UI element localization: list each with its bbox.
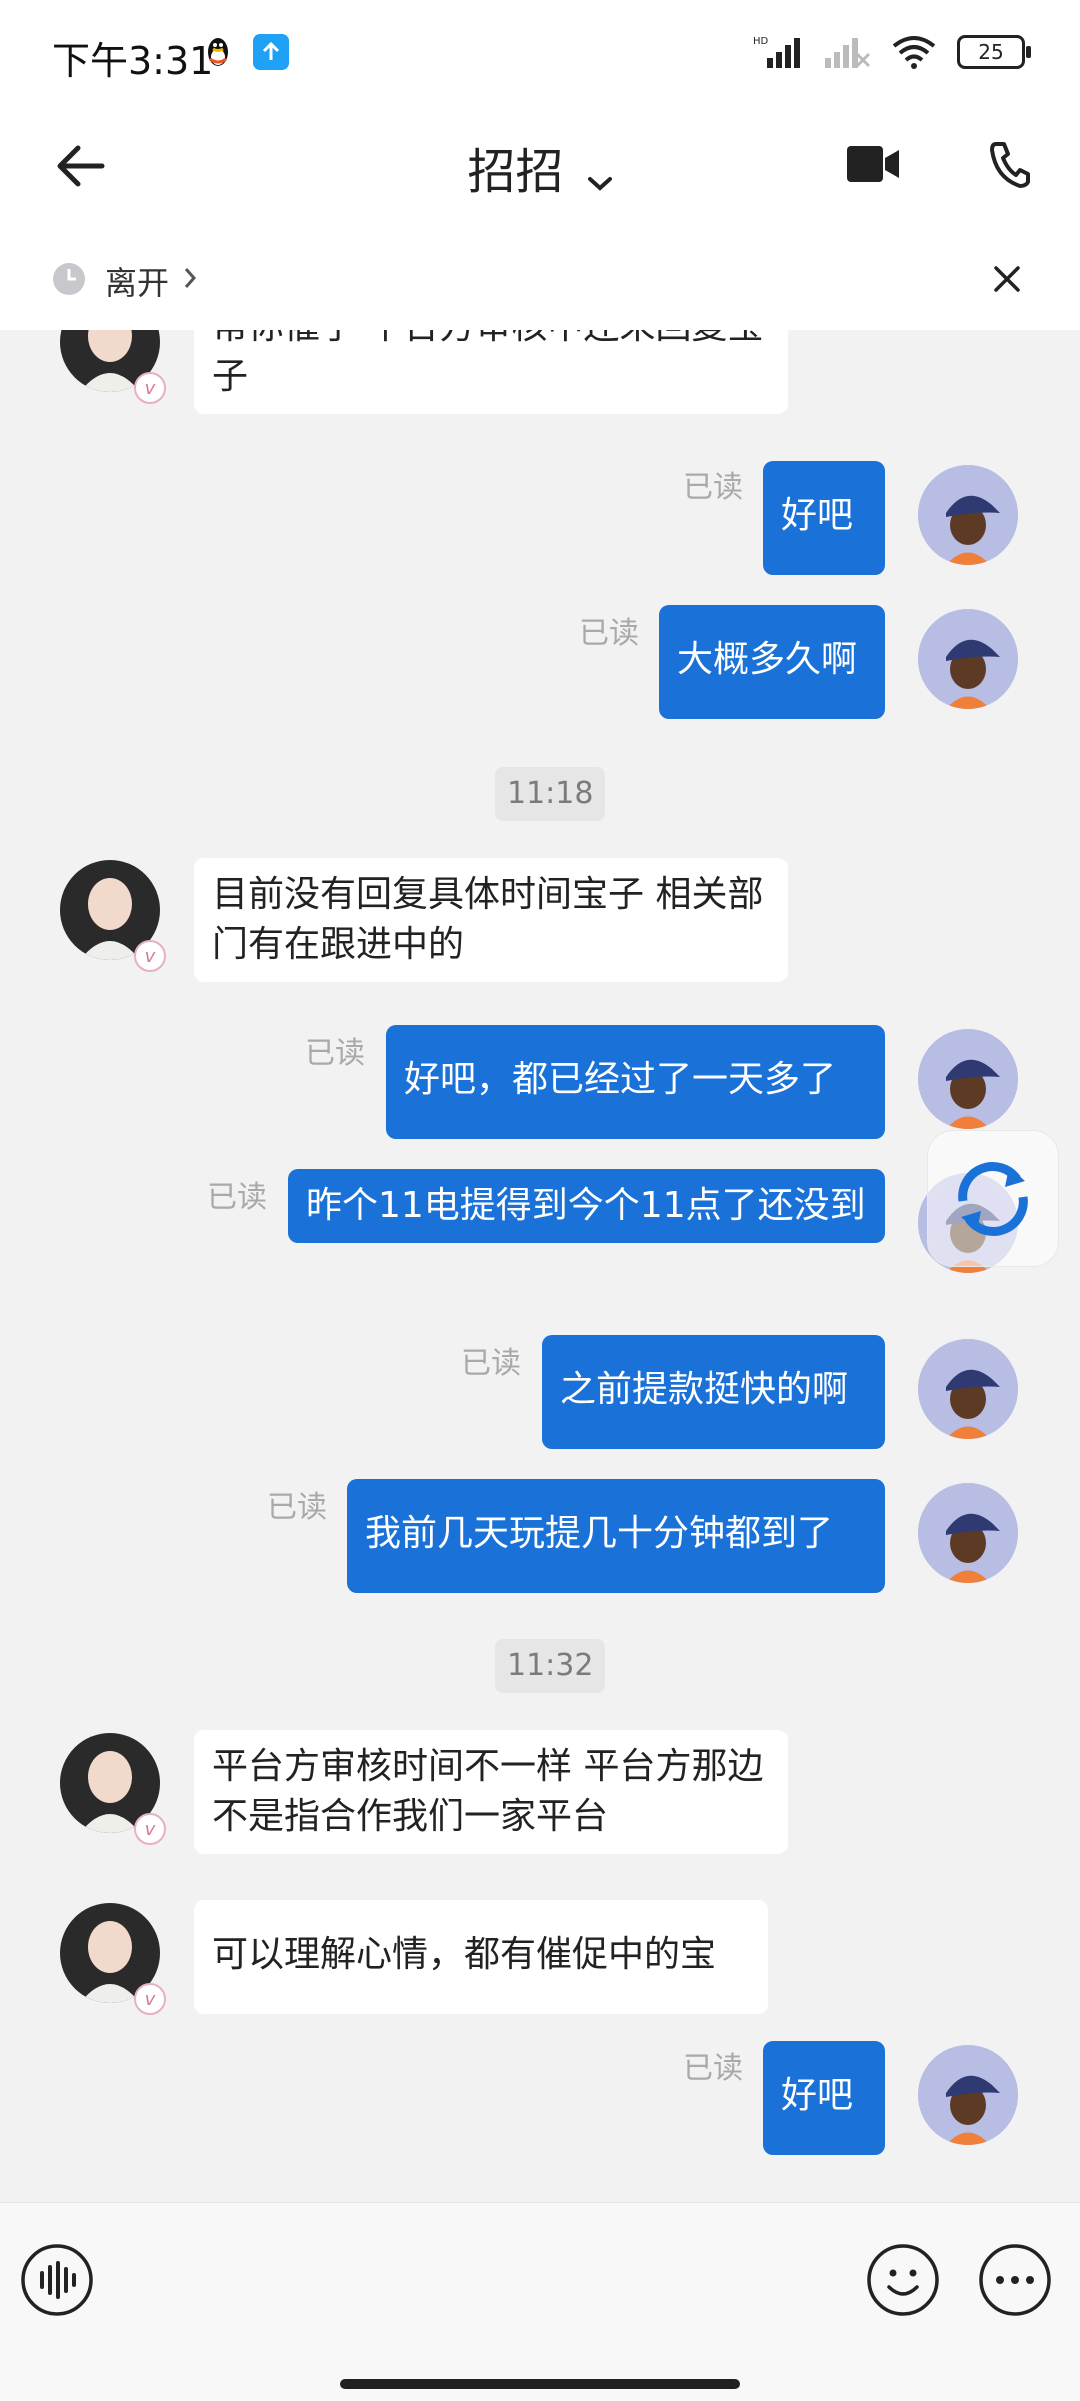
my-avatar[interactable] xyxy=(918,2045,1018,2145)
read-receipt: 已读 xyxy=(305,1036,365,1071)
my-avatar[interactable] xyxy=(918,1339,1018,1439)
chat-header: 招招 xyxy=(0,110,1080,220)
chevron-right-icon[interactable] xyxy=(182,266,198,290)
message-bubble-outgoing[interactable]: 好吧 xyxy=(763,2041,885,2155)
message-bubble-incoming[interactable]: 帮你催了 平台方审核中还未回复宝子 xyxy=(194,330,788,414)
read-receipt: 已读 xyxy=(267,1490,327,1525)
cartoon-avatar-icon xyxy=(918,1339,1018,1439)
read-receipt: 已读 xyxy=(461,1346,521,1381)
battery-icon: 25 xyxy=(957,35,1031,69)
message-bubble-outgoing[interactable]: 昨个11电提得到今个11点了还没到 xyxy=(288,1169,885,1243)
chevron-down-icon[interactable] xyxy=(587,174,613,194)
message-bubble-outgoing[interactable]: 我前几天玩提几十分钟都到了 xyxy=(347,1479,885,1593)
close-icon[interactable] xyxy=(990,262,1024,296)
my-avatar[interactable] xyxy=(918,465,1018,565)
video-camera-icon[interactable] xyxy=(845,142,901,186)
home-indicator[interactable] xyxy=(340,2379,740,2389)
timestamp-divider: 11:18 xyxy=(495,767,606,821)
chat-title[interactable]: 招招 xyxy=(467,144,563,200)
read-receipt: 已读 xyxy=(579,616,639,651)
message-list[interactable]: v 帮你催了 平台方审核中还未回复宝子 已读 好吧 已读 大概多久啊 11:18… xyxy=(0,330,1080,2202)
upload-icon xyxy=(253,34,289,70)
smiley-icon[interactable] xyxy=(866,2243,940,2317)
cartoon-avatar-icon xyxy=(918,465,1018,565)
voice-wave-icon[interactable] xyxy=(20,2243,94,2317)
message-bubble-outgoing[interactable]: 之前提款挺快的啊 xyxy=(542,1335,885,1449)
signal-off-icon xyxy=(825,38,871,68)
hd-label: HD xyxy=(753,36,769,47)
verified-badge-icon: v xyxy=(134,1813,166,1845)
refresh-icon xyxy=(958,1161,1028,1236)
message-bubble-incoming[interactable]: 目前没有回复具体时间宝子 相关部门有在跟进中的 xyxy=(194,858,788,982)
floating-refresh-button[interactable] xyxy=(927,1130,1059,1267)
verified-badge-icon: v xyxy=(134,372,166,404)
message-bubble-outgoing[interactable]: 大概多久啊 xyxy=(659,605,885,719)
more-dots-icon[interactable] xyxy=(978,2243,1052,2317)
battery-level: 25 xyxy=(978,40,1004,64)
signal-hd-icon: HD xyxy=(753,36,800,68)
verified-badge-icon: v xyxy=(134,940,166,972)
status-bar: 下午3:31 HD 25 xyxy=(0,0,1080,110)
cartoon-avatar-icon xyxy=(918,609,1018,709)
status-notice-bar[interactable]: 离开 xyxy=(0,220,1080,330)
clock-icon xyxy=(53,263,85,295)
my-avatar[interactable] xyxy=(918,1483,1018,1583)
message-bubble-outgoing[interactable]: 好吧，都已经过了一天多了 xyxy=(386,1025,885,1139)
title-wrap[interactable]: 招招 xyxy=(0,132,1080,202)
cartoon-avatar-icon xyxy=(918,1029,1018,1129)
cartoon-avatar-icon xyxy=(918,1483,1018,1583)
verified-badge-icon: v xyxy=(134,1983,166,2015)
qq-penguin-icon xyxy=(208,38,228,66)
read-receipt: 已读 xyxy=(683,470,743,505)
input-toolbar xyxy=(0,2202,1080,2401)
cartoon-avatar-icon xyxy=(918,2045,1018,2145)
wifi-icon xyxy=(892,36,936,69)
status-time: 下午3:31 xyxy=(52,39,214,83)
message-bubble-outgoing[interactable]: 好吧 xyxy=(763,461,885,575)
timestamp-divider: 11:32 xyxy=(495,1639,606,1693)
my-avatar[interactable] xyxy=(918,609,1018,709)
message-bubble-incoming[interactable]: 可以理解心情，都有催促中的宝 xyxy=(194,1900,768,2014)
message-bubble-incoming[interactable]: 平台方审核时间不一样 平台方那边不是指合作我们一家平台 xyxy=(194,1730,788,1854)
notice-label[interactable]: 离开 xyxy=(105,258,169,304)
read-receipt: 已读 xyxy=(207,1180,267,1215)
my-avatar[interactable] xyxy=(918,1029,1018,1129)
phone-icon[interactable] xyxy=(990,140,1030,188)
read-receipt: 已读 xyxy=(683,2051,743,2086)
